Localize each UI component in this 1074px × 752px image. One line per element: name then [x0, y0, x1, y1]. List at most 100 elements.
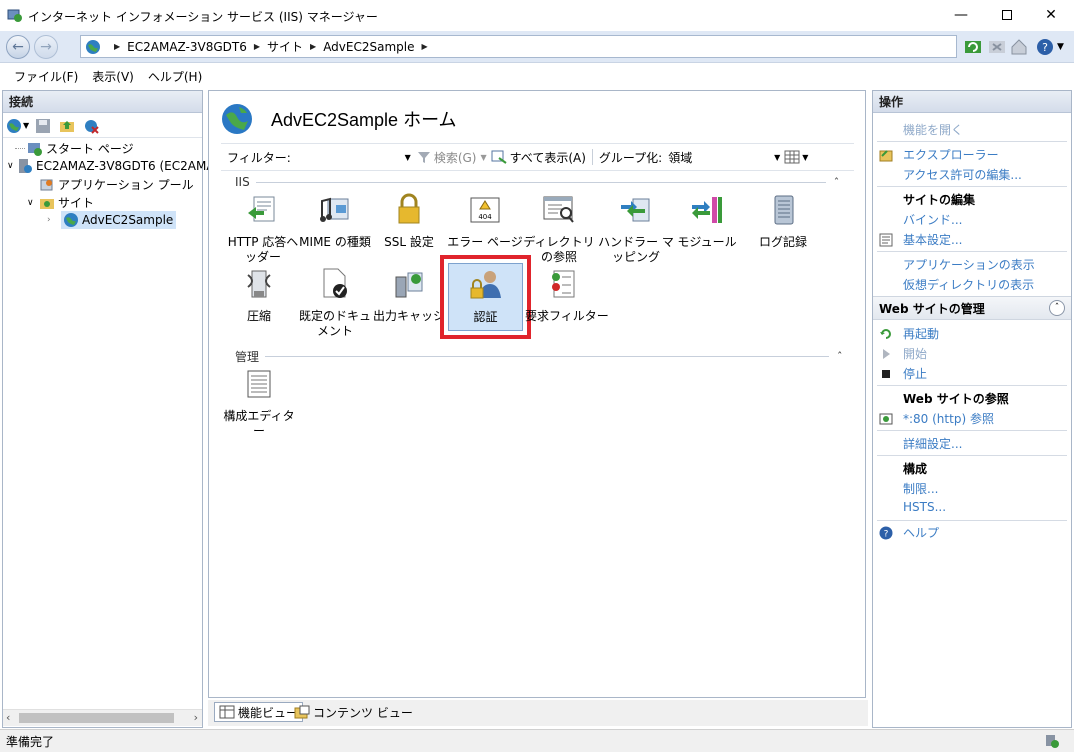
- stop-square-icon: [882, 369, 890, 378]
- feature-ssl-settings[interactable]: SSL 設定: [371, 193, 447, 250]
- feature-http-headers[interactable]: HTTP 応答ヘッダー: [223, 193, 303, 265]
- help-icon: ?: [1037, 39, 1053, 55]
- action-bindings[interactable]: バインド...: [903, 211, 962, 228]
- group-header-manage[interactable]: 管理 ˆ: [235, 348, 845, 365]
- maximize-button[interactable]: [984, 0, 1030, 30]
- chevron-down-icon[interactable]: ▼: [23, 121, 29, 130]
- funnel-icon: [417, 152, 430, 163]
- directory-browse-icon: [543, 196, 574, 223]
- padlock-icon: [398, 193, 420, 224]
- menu-file[interactable]: ファイル(F): [14, 68, 78, 85]
- http-headers-icon: [248, 196, 275, 222]
- tab-content-view[interactable]: コンテンツ ビュー: [290, 702, 417, 722]
- chevron-down-icon[interactable]: ∨: [27, 198, 39, 208]
- section-manage-site[interactable]: Web サイトの管理 ˆ: [873, 296, 1071, 320]
- help-icon: ?: [879, 526, 893, 539]
- address-bar[interactable]: ▶ EC2AMAZ-3V8GDT6 ▶ サイト ▶ AdvEC2Sample ▶: [80, 35, 957, 58]
- scrollbar-thumb[interactable]: [19, 713, 174, 723]
- feature-default-document[interactable]: 既定のドキュメント: [295, 267, 375, 339]
- collapse-icon[interactable]: ˆ: [1049, 300, 1065, 316]
- tree-start-page[interactable]: スタート ページ: [15, 140, 134, 157]
- search-button[interactable]: 検索(G): [417, 149, 476, 166]
- action-hsts[interactable]: HSTS...: [903, 500, 946, 514]
- action-open-feature[interactable]: 機能を開く: [903, 121, 963, 138]
- tree-site-selected[interactable]: › AdvEC2Sample: [47, 211, 177, 229]
- menu-view[interactable]: 表示(V): [92, 68, 134, 85]
- connections-header: 接続: [3, 91, 202, 113]
- connect-globe-icon[interactable]: [6, 118, 22, 134]
- feature-directory-browsing[interactable]: ディレクトリの参照: [521, 193, 597, 265]
- crumb-sites[interactable]: サイト: [267, 38, 303, 55]
- stop-icon[interactable]: [988, 38, 1006, 56]
- feature-output-caching[interactable]: 出力キャッシュ: [373, 267, 445, 324]
- connections-toolbar: ▼: [3, 114, 202, 138]
- back-button[interactable]: ←: [6, 35, 30, 59]
- server-icon: [19, 159, 32, 173]
- logging-icon: [774, 195, 794, 225]
- menu-help[interactable]: ヘルプ(H): [148, 68, 202, 85]
- action-edit-permissions[interactable]: アクセス許可の編集...: [903, 166, 1022, 183]
- chevron-right-icon[interactable]: ›: [47, 215, 61, 225]
- action-advanced-settings[interactable]: 詳細設定...: [903, 435, 962, 452]
- compression-icon: [247, 270, 271, 298]
- action-stop[interactable]: 停止: [879, 365, 927, 382]
- feature-handler-mappings[interactable]: ハンドラー マッピング: [595, 193, 677, 265]
- tree-sites[interactable]: ∨ サイト: [27, 194, 94, 211]
- feature-mime-types[interactable]: MIME の種類: [297, 193, 373, 250]
- action-view-applications[interactable]: アプリケーションの表示: [903, 256, 1035, 273]
- crumb-site[interactable]: AdvEC2Sample: [323, 40, 414, 54]
- up-folder-icon[interactable]: [59, 118, 75, 134]
- horizontal-scrollbar[interactable]: ‹ ›: [3, 709, 202, 726]
- close-button[interactable]: ✕: [1028, 0, 1074, 30]
- action-limits[interactable]: 制限...: [903, 480, 938, 497]
- tree-server[interactable]: ∨ EC2AMAZ-3V8GDT6 (EC2AMA: [7, 158, 215, 174]
- feature-request-filtering[interactable]: 要求フィルター: [525, 267, 609, 324]
- action-basic-settings[interactable]: 基本設定...: [879, 231, 962, 248]
- forward-button[interactable]: →: [34, 35, 58, 59]
- chevron-down-icon[interactable]: ▼: [480, 153, 486, 162]
- action-browse-80[interactable]: *:80 (http) 参照: [879, 410, 994, 427]
- feature-authentication[interactable]: 認証: [448, 263, 523, 331]
- crumb-server[interactable]: EC2AMAZ-3V8GDT6: [127, 40, 247, 54]
- minimize-button[interactable]: —: [938, 0, 984, 30]
- view-mode-button[interactable]: ▼: [784, 150, 808, 164]
- chevron-right-icon: ▶: [253, 42, 261, 51]
- window-title: インターネット インフォメーション サービス (IIS) マネージャー: [28, 10, 378, 24]
- disconnect-icon[interactable]: [83, 118, 99, 134]
- svg-text:?: ?: [1042, 41, 1048, 54]
- group-header-iis[interactable]: IIS ˆ: [235, 175, 845, 189]
- tree-app-pools[interactable]: アプリケーション プール: [39, 176, 194, 193]
- feature-compression[interactable]: 圧縮: [221, 267, 297, 324]
- refresh-icon[interactable]: [964, 38, 982, 56]
- save-icon[interactable]: [35, 118, 51, 134]
- filter-input[interactable]: ▼: [291, 153, 411, 162]
- show-all-button[interactable]: すべて表示(A): [491, 149, 586, 166]
- collapse-icon[interactable]: ˆ: [837, 350, 843, 363]
- chevron-right-icon[interactable]: ›: [194, 711, 198, 724]
- content-view-icon: [294, 705, 310, 719]
- breadcrumb: ▶ EC2AMAZ-3V8GDT6 ▶ サイト ▶ AdvEC2Sample ▶: [107, 38, 435, 55]
- feature-modules[interactable]: モジュール: [669, 193, 745, 250]
- action-help[interactable]: ? ヘルプ: [879, 524, 939, 541]
- chevron-down-icon[interactable]: ∨: [7, 161, 17, 171]
- section-configure: 構成: [903, 462, 928, 476]
- sites-folder-icon: [40, 198, 54, 209]
- group-by-select[interactable]: 領域 ▼: [668, 149, 780, 166]
- collapse-icon[interactable]: ˆ: [834, 176, 840, 189]
- action-start[interactable]: 開始: [879, 345, 927, 362]
- actions-header: 操作: [873, 91, 1071, 113]
- chevron-left-icon[interactable]: ‹: [6, 711, 10, 724]
- action-restart[interactable]: 再起動: [879, 325, 939, 342]
- chevron-down-icon: ▼: [1057, 42, 1064, 52]
- feature-error-pages[interactable]: 404 エラー ページ: [447, 193, 523, 250]
- home-icon[interactable]: [1010, 38, 1028, 56]
- help-dropdown[interactable]: ? ▼: [1036, 38, 1064, 56]
- status-bar: 準備完了: [0, 729, 1074, 752]
- action-explore[interactable]: エクスプローラー: [879, 146, 999, 163]
- features-pane: AdvEC2Sample ホーム フィルター: ▼ 検索(G) ▼ すべて表示(…: [208, 90, 866, 698]
- browse-icon: [879, 413, 893, 424]
- action-view-vdirs[interactable]: 仮想ディレクトリの表示: [903, 276, 1034, 293]
- default-document-icon: [323, 268, 347, 298]
- feature-logging[interactable]: ログ記録: [745, 193, 821, 250]
- feature-config-editor[interactable]: 構成エディター: [221, 367, 297, 439]
